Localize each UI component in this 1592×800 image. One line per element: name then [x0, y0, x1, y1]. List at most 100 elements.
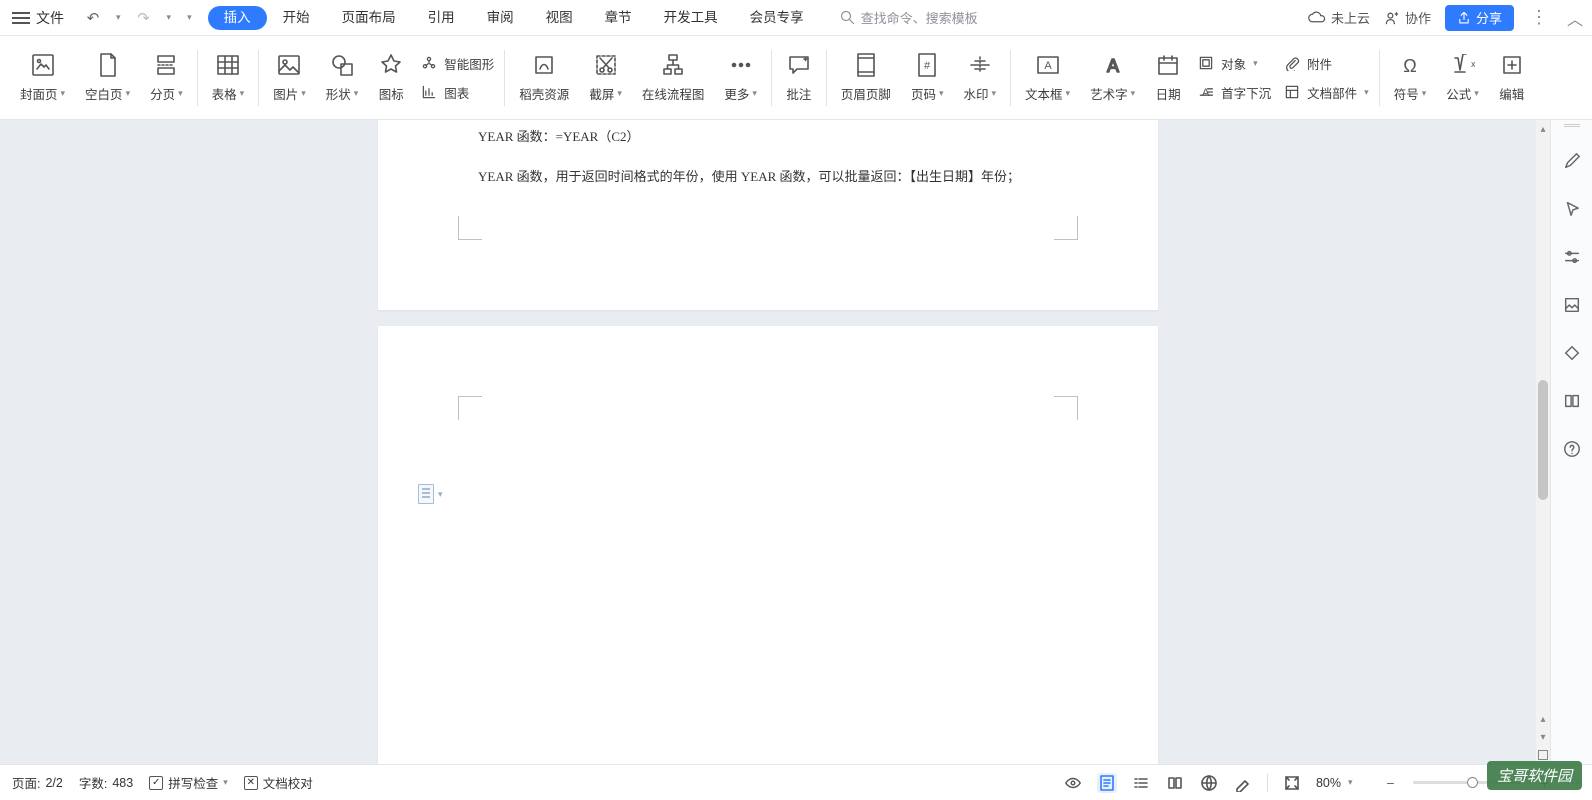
collab-icon	[1384, 10, 1400, 26]
docer-button[interactable]: 稻壳资源	[509, 39, 579, 117]
calendar-icon	[1155, 52, 1181, 78]
spell-check-toggle[interactable]: ✓拼写检查▾	[149, 773, 228, 792]
status-right: 80%▾ − + ⋯	[1063, 773, 1580, 793]
zoom-out-button[interactable]: −	[1383, 775, 1399, 791]
cover-icon	[30, 52, 56, 78]
collab-button[interactable]: 协作	[1384, 8, 1431, 27]
cursor-widget[interactable]: ▾	[418, 484, 443, 504]
reading-view-icon[interactable]	[1165, 773, 1185, 793]
comment-button[interactable]: 批注	[776, 39, 822, 117]
eye-icon[interactable]	[1063, 773, 1083, 793]
dropcap-button[interactable]: A首字下沉	[1197, 83, 1271, 102]
flowchart-icon	[660, 52, 686, 78]
margin-mark	[458, 216, 482, 240]
object-button[interactable]: 对象	[1197, 54, 1271, 73]
edit-button[interactable]: 编辑	[1489, 39, 1535, 117]
equation-button[interactable]: x公式	[1436, 39, 1489, 117]
header-footer-button[interactable]: 页眉页脚	[831, 39, 901, 117]
file-menu[interactable]: 文件	[36, 8, 64, 28]
wordart-button[interactable]: A艺术字	[1080, 39, 1145, 117]
shapes-button[interactable]: 形状	[316, 39, 369, 117]
page-break-button[interactable]: 分页	[140, 39, 193, 117]
scroll-end-icon[interactable]	[1536, 746, 1550, 764]
doc-line-1: YEAR 函数：=YEAR（C2）	[478, 126, 640, 145]
screenshot-button[interactable]: 截屏	[579, 39, 632, 117]
picture-button[interactable]: 图片	[263, 39, 316, 117]
cursor-icon[interactable]	[1561, 198, 1583, 220]
tab-section[interactable]: 章节	[589, 0, 648, 36]
collapse-ribbon-icon[interactable]: ︿	[1564, 6, 1586, 30]
image-tool-icon[interactable]	[1561, 294, 1583, 316]
date-button[interactable]: 日期	[1145, 39, 1191, 117]
page-number-button[interactable]: #页码	[901, 39, 954, 117]
cover-page-button[interactable]: 封面页	[10, 39, 75, 117]
command-search[interactable]: 查找命令、搜索模板	[840, 8, 978, 27]
qat-dropdown-icon[interactable]: ▾	[179, 12, 200, 23]
page-icon	[418, 484, 434, 504]
share-button[interactable]: 分享	[1445, 5, 1514, 31]
undo-dropdown-icon[interactable]: ▾	[108, 12, 129, 23]
textbox-button[interactable]: A文本框	[1015, 39, 1080, 117]
separator	[197, 50, 198, 106]
zoom-knob[interactable]	[1467, 777, 1478, 788]
status-more-icon[interactable]: ⋯	[1567, 775, 1581, 790]
document-area[interactable]: YEAR 函数：=YEAR（C2） YEAR 函数，用于返回时间格式的年份，使用…	[0, 120, 1536, 764]
headerfooter-icon	[853, 52, 879, 78]
more-menu-icon[interactable]: ⋮	[1528, 7, 1550, 28]
hamburger-icon[interactable]	[12, 12, 30, 24]
grip-icon[interactable]	[1564, 124, 1580, 127]
zoom-in-button[interactable]: +	[1537, 775, 1553, 791]
scroll-arrow-up-icon[interactable]: ▴	[1536, 710, 1550, 728]
scroll-arrow-down-icon[interactable]: ▾	[1536, 728, 1550, 746]
redo-dropdown-icon[interactable]: ▾	[159, 12, 180, 23]
dropcap-icon: A	[1197, 84, 1215, 100]
zoom-level[interactable]: 80%▾	[1316, 776, 1353, 790]
attachment-button[interactable]: 附件	[1283, 54, 1369, 73]
tab-view[interactable]: 视图	[530, 0, 589, 36]
tab-developer[interactable]: 开发工具	[648, 0, 734, 36]
help-icon[interactable]	[1561, 438, 1583, 460]
scroll-thumb[interactable]	[1538, 380, 1548, 500]
chart-button[interactable]: 图表	[420, 83, 494, 102]
outline-view-icon[interactable]	[1131, 773, 1151, 793]
docpart-button[interactable]: 文档部件	[1283, 83, 1369, 102]
diamond-icon[interactable]	[1561, 342, 1583, 364]
sliders-icon[interactable]	[1561, 246, 1583, 268]
page-indicator[interactable]: 页面: 2/2	[12, 773, 63, 792]
cloud-status[interactable]: 未上云	[1308, 8, 1370, 27]
topbar-right: 未上云 协作 分享 ⋮ ︿	[1308, 5, 1586, 31]
zoom-slider[interactable]	[1413, 781, 1523, 784]
pencil-icon[interactable]	[1561, 150, 1583, 172]
page-view-icon[interactable]	[1097, 773, 1117, 793]
undo-button[interactable]: ↶	[78, 9, 108, 27]
blank-page-icon	[95, 52, 121, 78]
icons-icon	[378, 52, 404, 78]
svg-text:A: A	[1107, 56, 1119, 76]
wordart-icon: A	[1100, 52, 1126, 78]
draw-mode-icon[interactable]	[1233, 773, 1253, 793]
blank-page-button[interactable]: 空白页	[75, 39, 140, 117]
tab-review[interactable]: 审阅	[471, 0, 530, 36]
tab-insert[interactable]: 插入	[208, 6, 267, 30]
tab-member[interactable]: 会员专享	[734, 0, 820, 36]
fit-page-icon[interactable]	[1282, 773, 1302, 793]
tab-pagelayout[interactable]: 页面布局	[326, 0, 412, 36]
watermark-button[interactable]: 水印	[953, 39, 1006, 117]
table-button[interactable]: 表格	[202, 39, 255, 117]
scissors-icon	[593, 52, 619, 78]
scroll-up-icon[interactable]: ▴	[1536, 120, 1550, 138]
redo-button[interactable]: ↷	[129, 9, 159, 27]
vertical-scrollbar[interactable]: ▴ ▴ ▾	[1536, 120, 1550, 764]
more-insert-button[interactable]: 更多	[714, 39, 767, 117]
flowchart-button[interactable]: 在线流程图	[632, 39, 715, 117]
status-bar: 页面: 2/2 字数: 483 ✓拼写检查▾ ✕文档校对 80%▾ − + ⋯	[0, 764, 1592, 800]
word-count[interactable]: 字数: 483	[79, 773, 133, 792]
smart-graphic-button[interactable]: 智能图形	[420, 54, 494, 73]
icons-button[interactable]: 图标	[368, 39, 414, 117]
proofread-button[interactable]: ✕文档校对	[244, 773, 313, 792]
tab-home[interactable]: 开始	[267, 0, 326, 36]
web-view-icon[interactable]	[1199, 773, 1219, 793]
book-icon[interactable]	[1561, 390, 1583, 412]
tab-references[interactable]: 引用	[412, 0, 471, 36]
symbol-button[interactable]: Ω符号	[1384, 39, 1437, 117]
